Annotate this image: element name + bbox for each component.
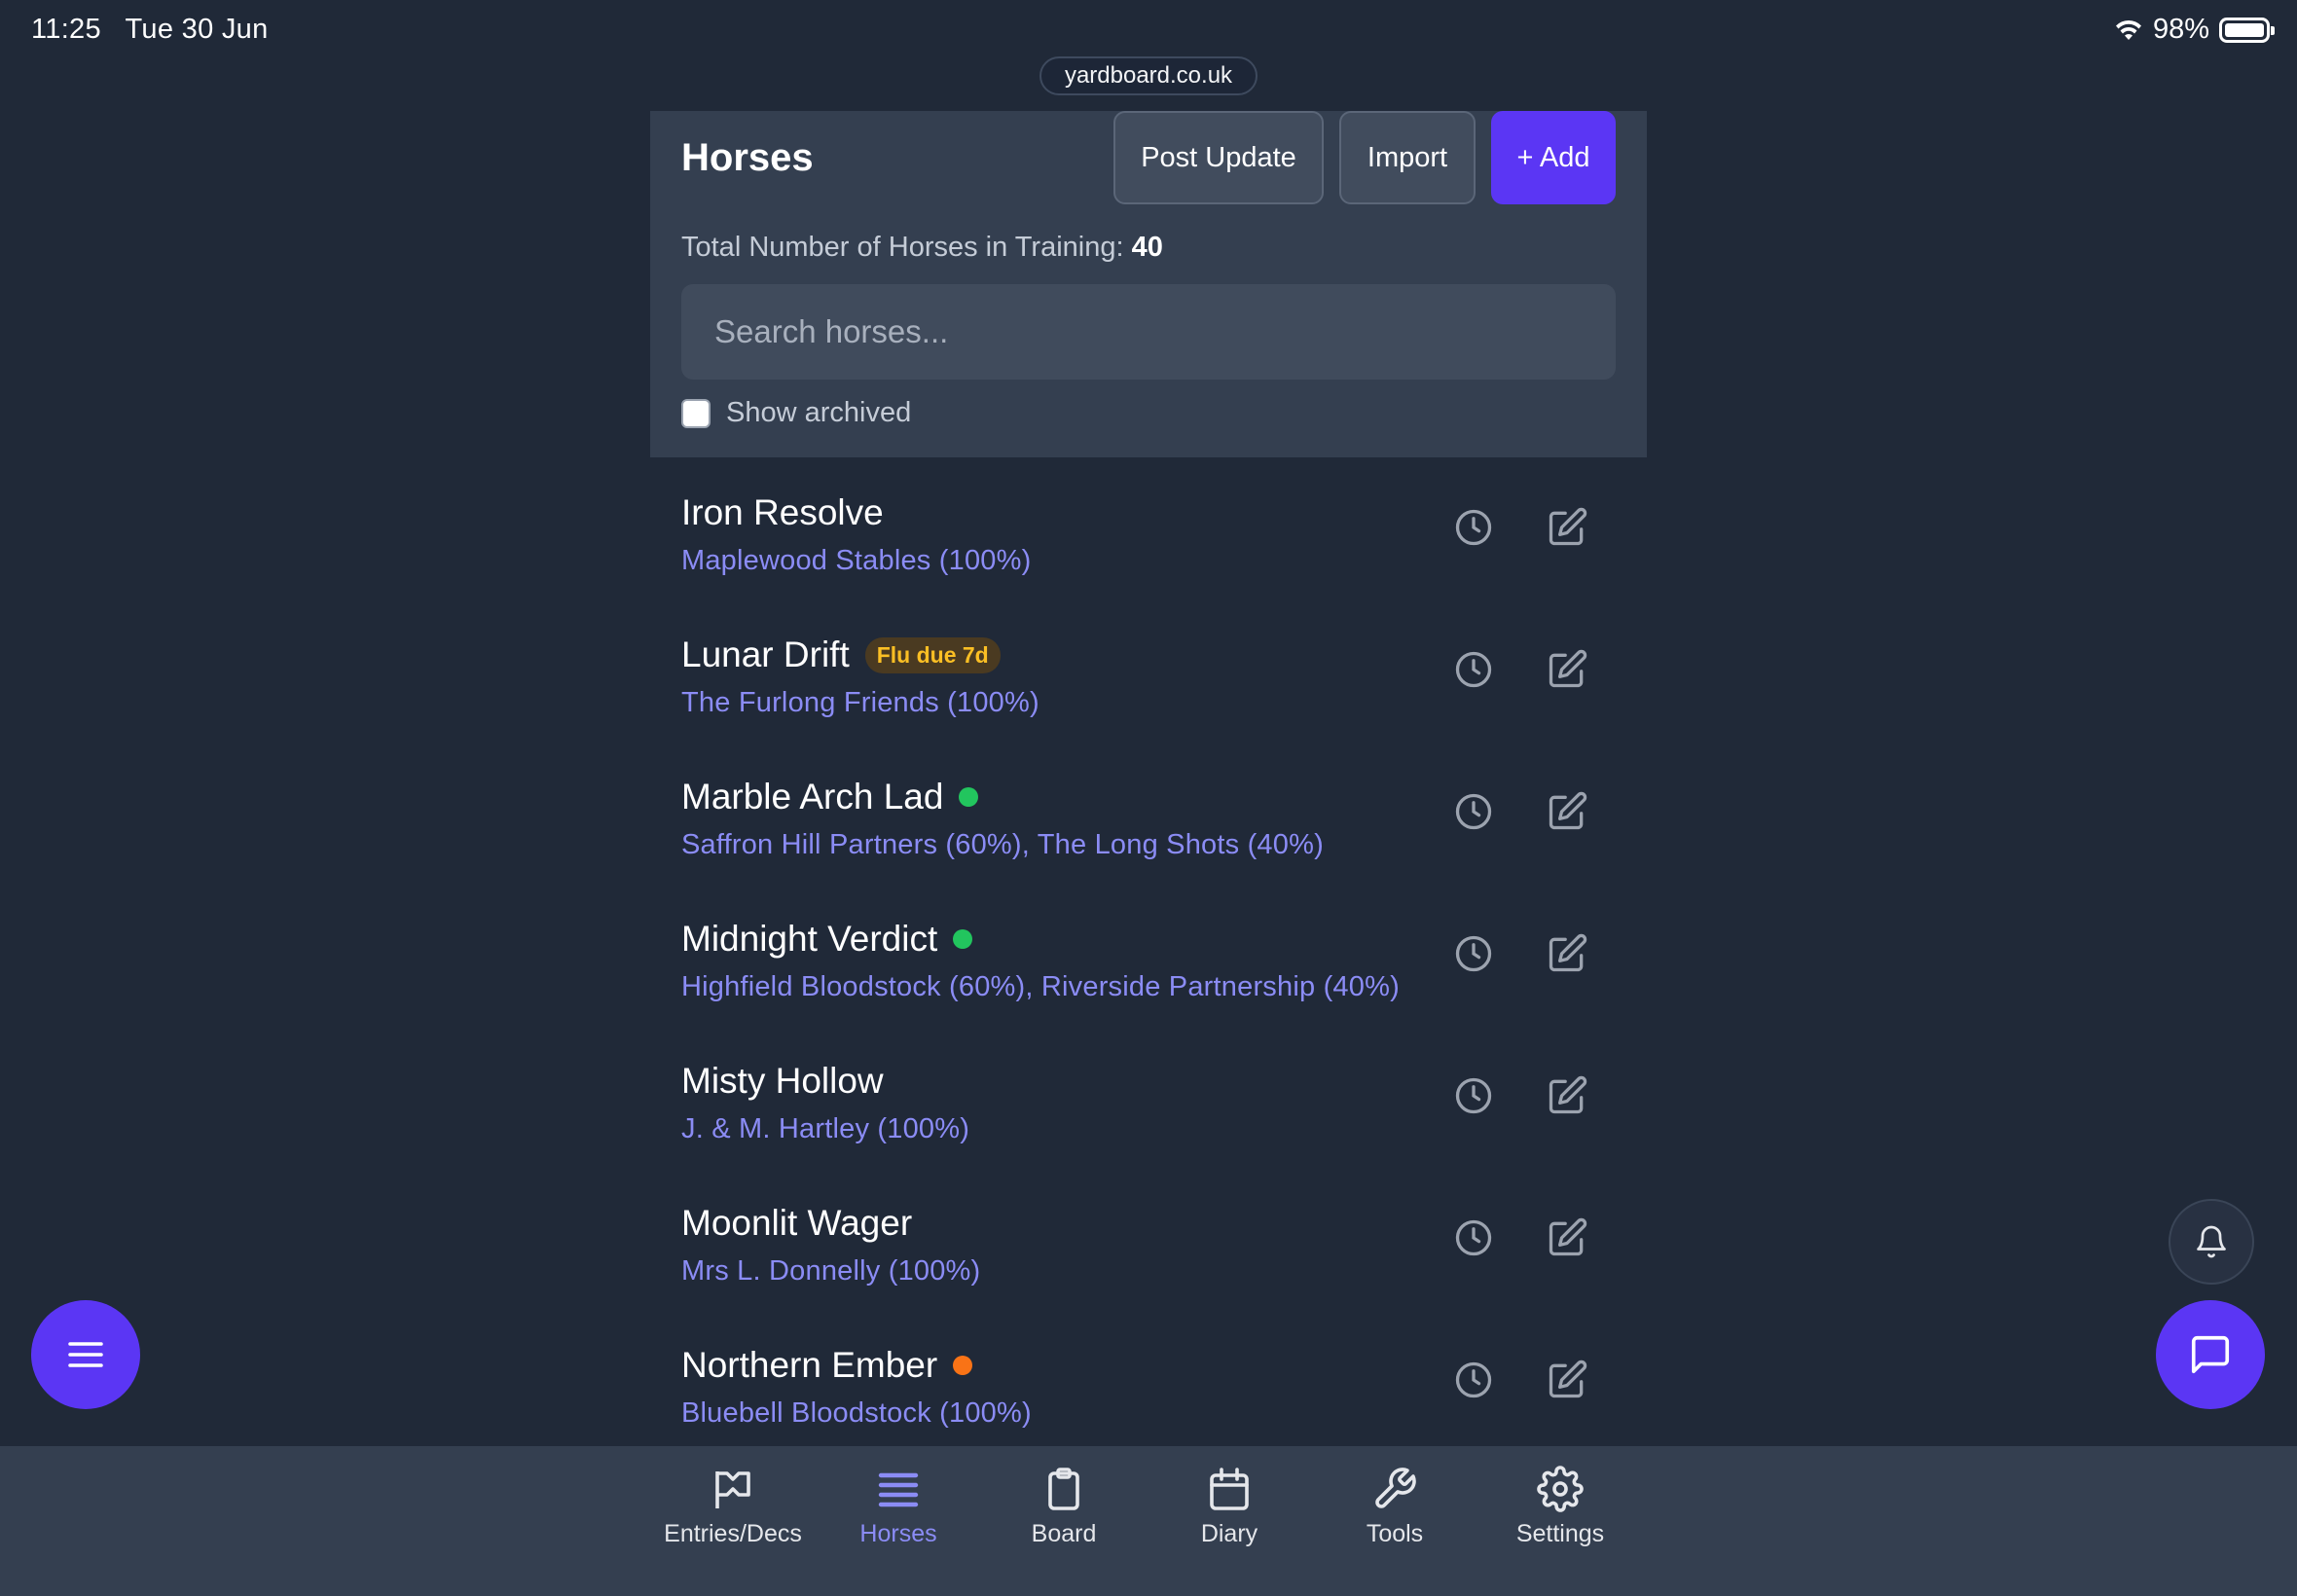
edit-icon[interactable] bbox=[1546, 1359, 1588, 1401]
horse-name[interactable]: Marble Arch Lad bbox=[681, 777, 943, 817]
edit-icon[interactable] bbox=[1546, 506, 1588, 549]
horse-list: Iron Resolve Maplewood Stables (100%) Lu… bbox=[650, 457, 1647, 1446]
history-icon[interactable] bbox=[1452, 648, 1495, 691]
list-icon bbox=[878, 1472, 919, 1507]
chat-button[interactable] bbox=[2156, 1300, 2265, 1409]
nav-label: Settings bbox=[1515, 1520, 1605, 1547]
horse-owners: J. & M. Hartley (100%) bbox=[681, 1113, 970, 1144]
horse-name-line: Midnight Verdict bbox=[681, 919, 973, 960]
horse-name-line: Iron Resolve bbox=[681, 492, 884, 533]
horse-name[interactable]: Midnight Verdict bbox=[681, 919, 937, 960]
horse-name[interactable]: Lunar Drift bbox=[681, 635, 850, 675]
edit-icon[interactable] bbox=[1546, 932, 1588, 975]
battery-icon bbox=[2219, 17, 2275, 43]
horse-owners: Saffron Hill Partners (60%), The Long Sh… bbox=[681, 829, 1324, 860]
horse-owners: Maplewood Stables (100%) bbox=[681, 545, 1032, 576]
show-archived-checkbox[interactable] bbox=[681, 398, 711, 428]
horse-name-line: Misty Hollow bbox=[681, 1061, 884, 1102]
horse-row[interactable]: Northern Ember Bluebell Bloodstock (100%… bbox=[650, 1310, 1647, 1446]
flag-icon bbox=[715, 1471, 750, 1508]
horse-owners: Mrs L. Donnelly (100%) bbox=[681, 1255, 981, 1287]
nav-label: Diary bbox=[1200, 1520, 1258, 1547]
notifications-button[interactable] bbox=[2169, 1199, 2254, 1285]
horse-name-line: Marble Arch Lad bbox=[681, 777, 979, 817]
horse-name[interactable]: Misty Hollow bbox=[681, 1061, 884, 1102]
nav-label: Horses bbox=[859, 1520, 937, 1547]
status-indicators: 98% bbox=[2114, 14, 2275, 46]
chat-icon bbox=[2191, 1335, 2230, 1374]
clipboard-icon bbox=[1048, 1468, 1079, 1510]
horse-name-line: Lunar Drift Flu due 7d bbox=[681, 635, 1001, 675]
history-icon[interactable] bbox=[1452, 506, 1495, 549]
edit-icon[interactable] bbox=[1546, 1216, 1588, 1259]
status-dot-green bbox=[953, 929, 973, 949]
nav-item-entries[interactable]: Entries/Decs bbox=[650, 1466, 816, 1548]
history-icon[interactable] bbox=[1452, 1359, 1495, 1401]
menu-button[interactable] bbox=[31, 1300, 140, 1409]
nav-item-diary[interactable]: Diary bbox=[1147, 1466, 1312, 1548]
nav-item-board[interactable]: Board bbox=[981, 1466, 1147, 1548]
horse-name[interactable]: Iron Resolve bbox=[681, 492, 884, 533]
total-horses-count: 40 bbox=[1131, 232, 1163, 263]
status-bar: 11:25 Tue 30 Jun 98% bbox=[0, 0, 2297, 62]
horse-owners: The Furlong Friends (100%) bbox=[681, 687, 1039, 718]
horse-name-line: Moonlit Wager bbox=[681, 1203, 912, 1244]
post-update-button[interactable]: Post Update bbox=[1113, 111, 1324, 204]
url-bar[interactable]: yardboard.co.uk bbox=[1039, 56, 1258, 95]
horse-name[interactable]: Northern Ember bbox=[681, 1345, 937, 1386]
nav-item-horses[interactable]: Horses bbox=[816, 1466, 981, 1548]
bell-icon bbox=[2197, 1225, 2226, 1258]
flu-due-badge: Flu due 7d bbox=[864, 636, 1001, 673]
total-horses-line: Total Number of Horses in Training: 40 bbox=[681, 232, 1163, 264]
edit-icon[interactable] bbox=[1546, 648, 1588, 691]
horse-owners: Highfield Bloodstock (60%), Riverside Pa… bbox=[681, 971, 1400, 1002]
nav-item-tools[interactable]: Tools bbox=[1312, 1466, 1477, 1548]
horse-row[interactable]: Iron Resolve Maplewood Stables (100%) bbox=[650, 457, 1647, 599]
add-horse-button[interactable]: + Add bbox=[1491, 111, 1616, 204]
status-time: 11:25 Tue 30 Jun bbox=[31, 14, 269, 46]
total-horses-label: Total Number of Horses in Training: bbox=[681, 232, 1124, 263]
wrench-icon bbox=[1375, 1468, 1416, 1508]
horse-name[interactable]: Moonlit Wager bbox=[681, 1203, 912, 1244]
edit-icon[interactable] bbox=[1546, 790, 1588, 833]
import-button[interactable]: Import bbox=[1339, 111, 1476, 204]
gear-icon bbox=[1537, 1466, 1584, 1512]
horse-owners: Bluebell Bloodstock (100%) bbox=[681, 1397, 1032, 1429]
history-icon[interactable] bbox=[1452, 1074, 1495, 1117]
nav-item-settings[interactable]: Settings bbox=[1477, 1466, 1643, 1548]
page-title: Horses bbox=[681, 136, 814, 179]
search-input[interactable] bbox=[681, 284, 1616, 380]
history-icon[interactable] bbox=[1452, 932, 1495, 975]
status-dot-orange bbox=[953, 1356, 973, 1375]
history-icon[interactable] bbox=[1452, 1216, 1495, 1259]
hamburger-icon bbox=[68, 1342, 103, 1367]
calendar-icon bbox=[1210, 1468, 1249, 1510]
bottom-nav: Entries/Decs Horses Board Diary Tools Se… bbox=[0, 1446, 2297, 1596]
show-archived-row[interactable]: Show archived bbox=[681, 397, 911, 429]
nav-label: Tools bbox=[1366, 1520, 1424, 1547]
horse-row[interactable]: Midnight Verdict Highfield Bloodstock (6… bbox=[650, 884, 1647, 1026]
status-clock: 11:25 bbox=[31, 14, 101, 45]
horse-row[interactable]: Marble Arch Lad Saffron Hill Partners (6… bbox=[650, 742, 1647, 884]
nav-label: Board bbox=[1031, 1520, 1097, 1547]
status-dot-green bbox=[959, 787, 979, 807]
edit-icon[interactable] bbox=[1546, 1074, 1588, 1117]
horse-row[interactable]: Lunar Drift Flu due 7d The Furlong Frien… bbox=[650, 599, 1647, 742]
show-archived-label[interactable]: Show archived bbox=[726, 397, 911, 429]
horse-row[interactable]: Misty Hollow J. & M. Hartley (100%) bbox=[650, 1026, 1647, 1168]
nav-label: Entries/Decs bbox=[664, 1520, 802, 1547]
horse-name-line: Northern Ember bbox=[681, 1345, 973, 1386]
horses-header-panel: Horses Post Update Import + Add Total Nu… bbox=[650, 111, 1647, 457]
history-icon[interactable] bbox=[1452, 790, 1495, 833]
horse-row[interactable]: Moonlit Wager Mrs L. Donnelly (100%) bbox=[650, 1168, 1647, 1310]
wifi-icon bbox=[2115, 19, 2141, 40]
battery-percentage: 98% bbox=[2152, 14, 2209, 45]
status-date: Tue 30 Jun bbox=[125, 14, 269, 45]
